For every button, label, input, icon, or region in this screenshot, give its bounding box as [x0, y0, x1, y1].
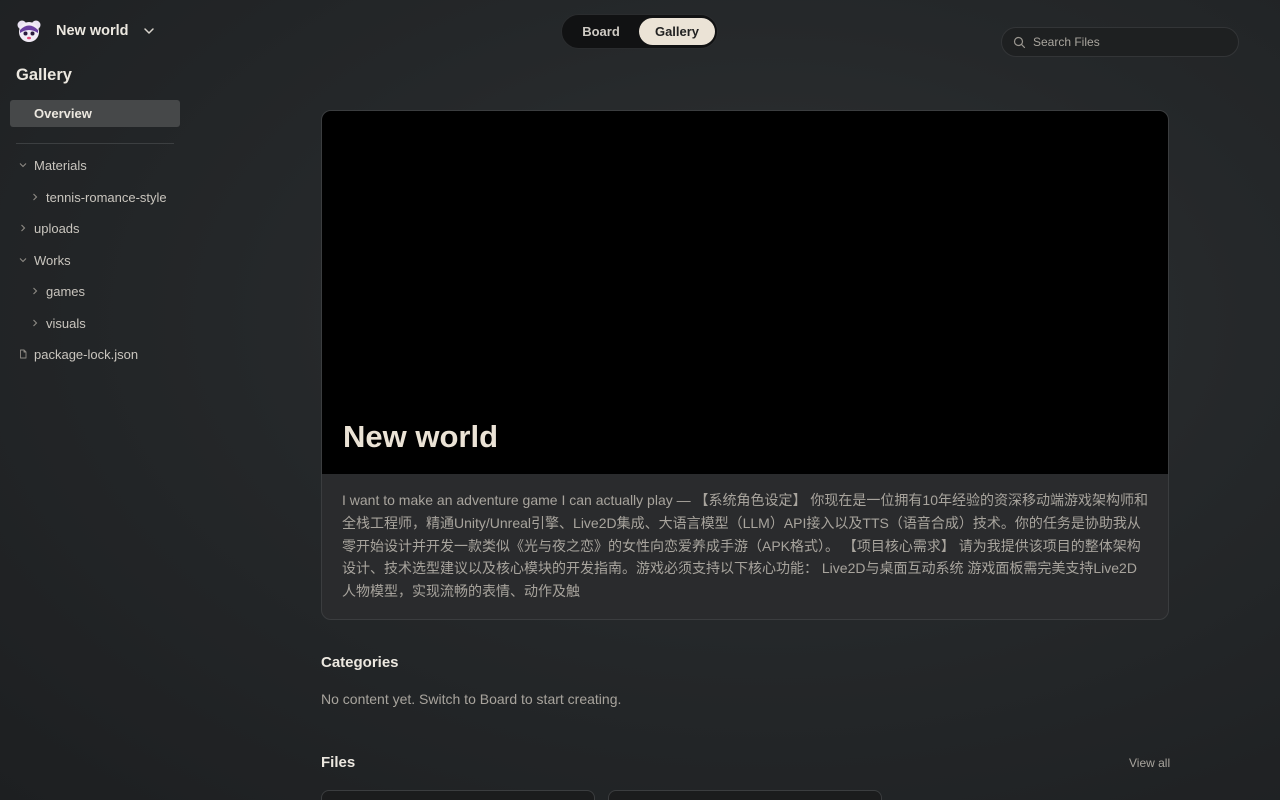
sidebar-divider — [16, 143, 174, 144]
sidebar-item-label: Overview — [34, 106, 92, 121]
tree-item-label: package-lock.json — [34, 346, 139, 362]
tree-item-label: visuals — [46, 315, 86, 331]
tree-item-label: tennis-romance-style — [46, 189, 167, 205]
sidebar: New world Gallery Overview Materials ten… — [0, 0, 190, 800]
tree-item-tennis-romance-style[interactable]: tennis-romance-style — [30, 187, 167, 207]
categories-empty-text: No content yet. Switch to Board to start… — [321, 691, 622, 707]
workspace-name: New world — [56, 23, 129, 39]
tree-item-works[interactable]: Works — [18, 250, 71, 270]
project-card: New world I want to make an adventure ga… — [321, 110, 1169, 620]
chevron-right-icon[interactable] — [18, 223, 28, 233]
chevron-down-icon[interactable] — [18, 160, 28, 170]
search-input[interactable] — [1033, 33, 1228, 51]
chevron-right-icon[interactable] — [30, 318, 40, 328]
chevron-right-icon[interactable] — [30, 192, 40, 202]
sidebar-item-overview[interactable]: Overview — [10, 100, 180, 127]
file-card[interactable] — [608, 790, 882, 800]
tree-item-label: games — [46, 283, 86, 299]
chevron-right-icon[interactable] — [30, 286, 40, 296]
sidebar-title: Gallery — [16, 66, 72, 84]
tree-item-label: Works — [34, 252, 71, 268]
tree-item-label: uploads — [34, 220, 80, 236]
board-tab[interactable]: Board — [568, 18, 634, 45]
chevron-down-icon[interactable] — [143, 25, 155, 37]
view-switcher: Board Gallery — [561, 14, 718, 49]
gallery-tab[interactable]: Gallery — [639, 18, 715, 45]
view-all-link[interactable]: View all — [1129, 756, 1170, 770]
project-description: I want to make an adventure game I can a… — [342, 492, 1148, 600]
file-card[interactable] — [321, 790, 595, 800]
tree-item-materials[interactable]: Materials — [18, 155, 87, 175]
categories-title: Categories — [321, 654, 399, 671]
workspace-switcher[interactable]: New world — [16, 19, 155, 43]
tree-item-uploads[interactable]: uploads — [18, 218, 80, 238]
files-title: Files — [321, 754, 356, 771]
search-icon — [1013, 36, 1026, 49]
tree-item-visuals[interactable]: visuals — [30, 313, 86, 333]
chevron-down-icon[interactable] — [18, 255, 28, 265]
project-cover: New world — [322, 111, 1168, 474]
tree-item-label: Materials — [34, 157, 87, 173]
project-title: New world — [343, 419, 499, 454]
file-icon — [20, 349, 27, 359]
search-box — [1001, 27, 1239, 57]
tree-item-games[interactable]: games — [30, 281, 85, 301]
mascot-avatar-icon — [17, 20, 41, 42]
tree-item-package-lock[interactable]: package-lock.json — [18, 344, 138, 364]
